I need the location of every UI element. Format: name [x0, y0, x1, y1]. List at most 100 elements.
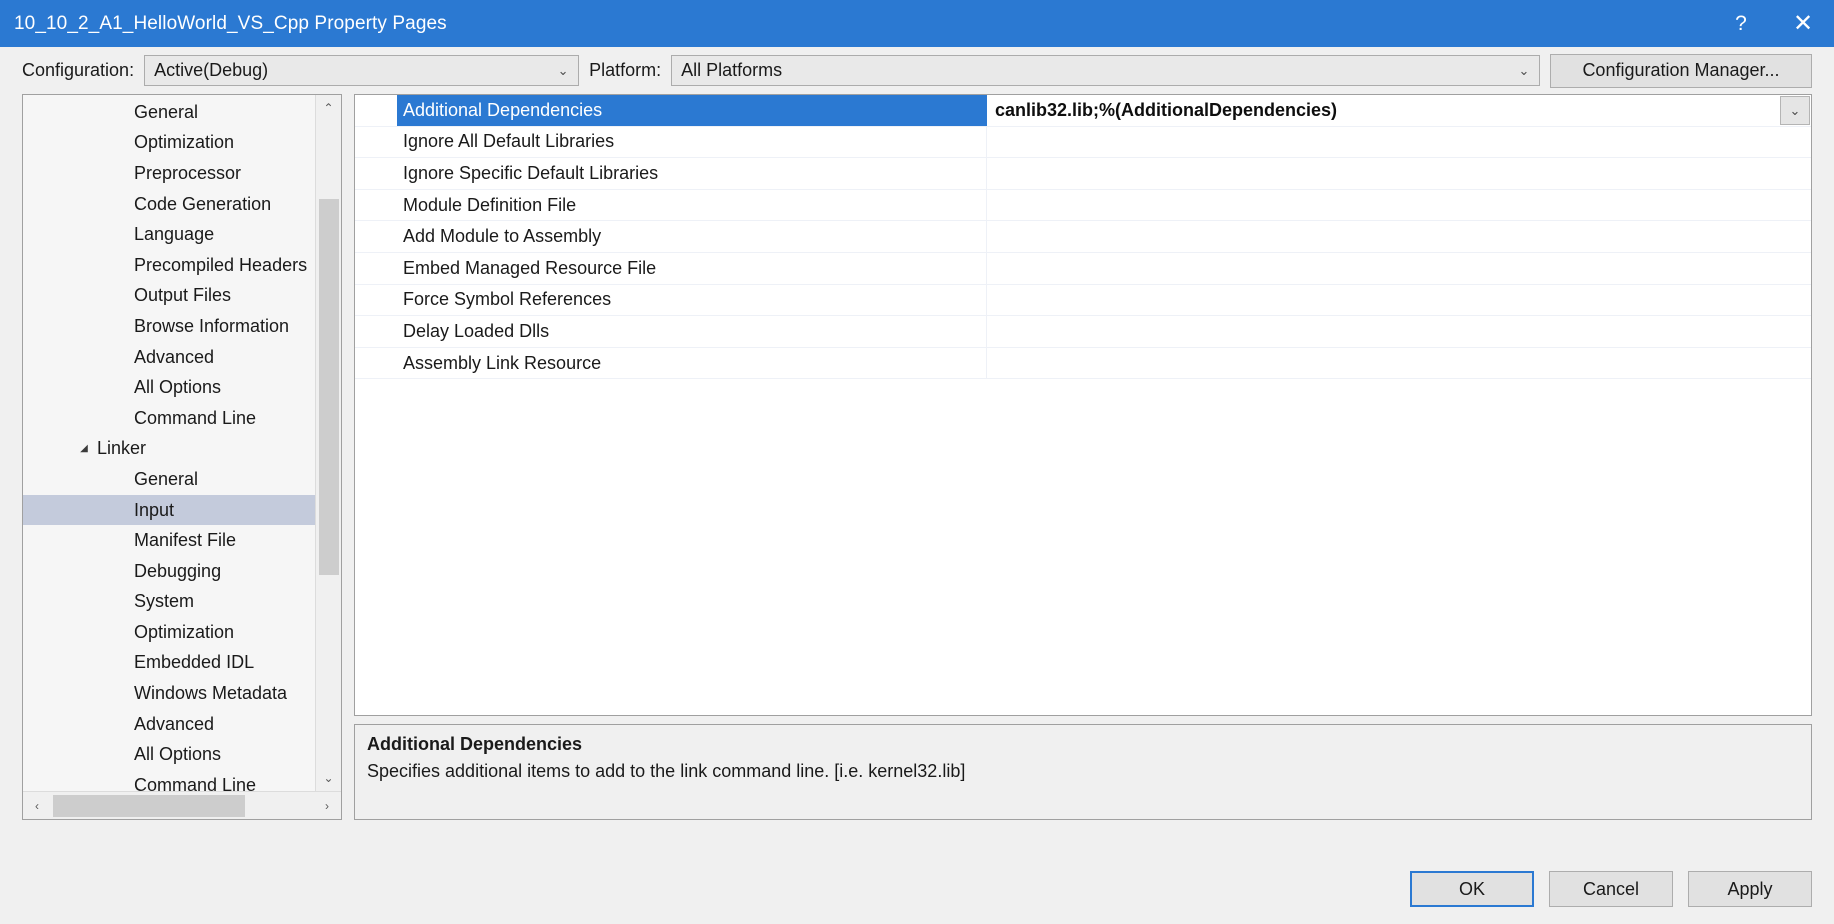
- tree-item-optimization[interactable]: Optimization: [23, 128, 315, 159]
- property-name[interactable]: Assembly Link Resource: [397, 347, 987, 379]
- tree-item-general[interactable]: General: [23, 464, 315, 495]
- title-bar: 10_10_2_A1_HelloWorld_VS_Cpp Property Pa…: [0, 0, 1834, 47]
- configuration-combobox[interactable]: Active(Debug) ⌄: [144, 55, 580, 86]
- tree-item-language[interactable]: Language: [23, 219, 315, 250]
- scroll-right-icon[interactable]: ›: [313, 792, 341, 820]
- property-row[interactable]: Module Definition File: [355, 189, 1811, 222]
- cancel-button[interactable]: Cancel: [1549, 871, 1673, 907]
- property-tree[interactable]: General Optimization Preprocessor Code Gene…: [23, 95, 315, 791]
- property-row[interactable]: Ignore Specific Default Libraries: [355, 158, 1811, 190]
- property-grid[interactable]: Additional Dependencies canlib32.lib;%(Ad…: [354, 94, 1812, 716]
- property-pages-dialog: 10_10_2_A1_HelloWorld_VS_Cpp Property Pa…: [0, 0, 1834, 924]
- window-title: 10_10_2_A1_HelloWorld_VS_Cpp Property Pa…: [14, 12, 447, 34]
- tree-item-system[interactable]: System: [23, 587, 315, 618]
- tree-item-label: Optimization: [134, 132, 235, 153]
- tree-item-label: Optimization: [134, 621, 235, 642]
- expander-open-icon[interactable]: ◢: [71, 443, 97, 454]
- grid-gutter: [355, 252, 397, 284]
- grid-gutter: [355, 316, 397, 347]
- property-name[interactable]: Additional Dependencies: [397, 95, 987, 126]
- configuration-label: Configuration:: [22, 60, 135, 80]
- property-name[interactable]: Ignore All Default Libraries: [397, 126, 987, 158]
- tree-item-all-options[interactable]: All Options: [23, 372, 315, 403]
- property-row[interactable]: Delay Loaded Dlls: [355, 316, 1811, 348]
- configuration-manager-button[interactable]: Configuration Manager...: [1550, 53, 1812, 88]
- tree-item-command-line[interactable]: Command Line: [23, 770, 315, 791]
- tree-item-all-options[interactable]: All Options: [23, 739, 315, 770]
- tree-inner: General Optimization Preprocessor Code Gene…: [23, 95, 341, 791]
- property-row[interactable]: Add Module to Assembly: [355, 221, 1811, 253]
- tree-item-input[interactable]: Input: [23, 494, 315, 526]
- tree-horizontal-thumb[interactable]: [53, 794, 245, 817]
- tree-item-output-files[interactable]: Output Files: [23, 281, 315, 312]
- tree-item-general[interactable]: General: [23, 97, 315, 128]
- apply-button[interactable]: Apply: [1688, 871, 1812, 907]
- property-value[interactable]: [987, 316, 1811, 347]
- chevron-down-icon: ⌄: [1518, 62, 1530, 78]
- tree-vertical-thumb[interactable]: [319, 199, 339, 575]
- tree-item-label: Advanced: [134, 346, 215, 367]
- dialog-footer: OK Cancel Apply: [0, 854, 1834, 924]
- tree-item-manifest-file[interactable]: Manifest File: [23, 525, 315, 556]
- platform-combobox[interactable]: All Platforms ⌄: [671, 55, 1540, 86]
- tree-item-browse-information[interactable]: Browse Information: [23, 311, 315, 342]
- property-value[interactable]: [987, 348, 1811, 379]
- property-row[interactable]: Assembly Link Resource: [355, 347, 1811, 380]
- grid-gutter: [355, 95, 397, 126]
- property-value[interactable]: [987, 158, 1811, 189]
- property-name[interactable]: Force Symbol References: [397, 284, 987, 316]
- scroll-left-icon[interactable]: ‹: [23, 792, 51, 820]
- value-dropdown-icon[interactable]: ⌄: [1780, 96, 1810, 125]
- tree-item-command-line[interactable]: Command Line: [23, 403, 315, 434]
- tree-item-label: Embedded IDL: [134, 652, 255, 673]
- property-name[interactable]: Module Definition File: [397, 189, 987, 221]
- property-name[interactable]: Embed Managed Resource File: [397, 252, 987, 284]
- property-name[interactable]: Add Module to Assembly: [397, 221, 987, 252]
- tree-item-label: Command Line: [134, 407, 257, 428]
- tree-item-label: Language: [134, 224, 215, 245]
- tree-item-label: Linker: [97, 438, 147, 459]
- property-row[interactable]: Embed Managed Resource File: [355, 252, 1811, 285]
- tree-vertical-scrollbar[interactable]: ⌃ ⌄: [315, 95, 341, 791]
- tree-horizontal-track[interactable]: [51, 792, 313, 820]
- tree-item-windows-metadata[interactable]: Windows Metadata: [23, 678, 315, 709]
- property-row[interactable]: Force Symbol References: [355, 284, 1811, 317]
- tree-item-label: Output Files: [134, 285, 232, 306]
- tree-item-code-generation[interactable]: Code Generation: [23, 189, 315, 220]
- grid-gutter: [355, 347, 397, 379]
- property-value[interactable]: canlib32.lib;%(AdditionalDependencies): [987, 95, 1811, 126]
- property-value[interactable]: [987, 190, 1811, 221]
- grid-gutter: [355, 126, 397, 158]
- dialog-body: General Optimization Preprocessor Code Gene…: [0, 94, 1834, 854]
- tree-item-preprocessor[interactable]: Preprocessor: [23, 158, 315, 189]
- tree-item-label: Windows Metadata: [134, 683, 288, 704]
- platform-label: Platform:: [589, 60, 662, 80]
- scroll-down-icon[interactable]: ⌄: [316, 765, 342, 791]
- tree-item-label: All Options: [134, 377, 222, 398]
- tree-item-label: Browse Information: [134, 315, 290, 336]
- property-row[interactable]: Additional Dependencies canlib32.lib;%(Ad…: [355, 95, 1811, 127]
- property-name[interactable]: Delay Loaded Dlls: [397, 316, 987, 347]
- tree-item-debugging[interactable]: Debugging: [23, 556, 315, 587]
- scroll-up-icon[interactable]: ⌃: [316, 95, 342, 121]
- close-icon[interactable]: ✕: [1772, 0, 1834, 47]
- property-value[interactable]: [987, 127, 1811, 158]
- property-value[interactable]: [987, 285, 1811, 316]
- tree-item-precompiled-headers[interactable]: Precompiled Headers: [23, 250, 315, 281]
- tree-item-label: General: [134, 101, 199, 122]
- tree-item-optimization[interactable]: Optimization: [23, 617, 315, 648]
- tree-item-linker[interactable]: ◢ Linker: [23, 434, 315, 465]
- property-value[interactable]: [987, 253, 1811, 284]
- property-name[interactable]: Ignore Specific Default Libraries: [397, 158, 987, 189]
- grid-gutter: [355, 284, 397, 316]
- property-row[interactable]: Ignore All Default Libraries: [355, 126, 1811, 159]
- help-icon[interactable]: ?: [1710, 0, 1772, 47]
- ok-button[interactable]: OK: [1410, 871, 1534, 907]
- tree-horizontal-scrollbar[interactable]: ‹ ›: [23, 791, 341, 819]
- property-grid-pane: Additional Dependencies canlib32.lib;%(Ad…: [354, 94, 1812, 854]
- tree-item-advanced[interactable]: Advanced: [23, 342, 315, 373]
- tree-item-embedded-idl[interactable]: Embedded IDL: [23, 648, 315, 679]
- tree-item-advanced[interactable]: Advanced: [23, 709, 315, 740]
- property-value[interactable]: [987, 221, 1811, 252]
- grid-gutter: [355, 221, 397, 252]
